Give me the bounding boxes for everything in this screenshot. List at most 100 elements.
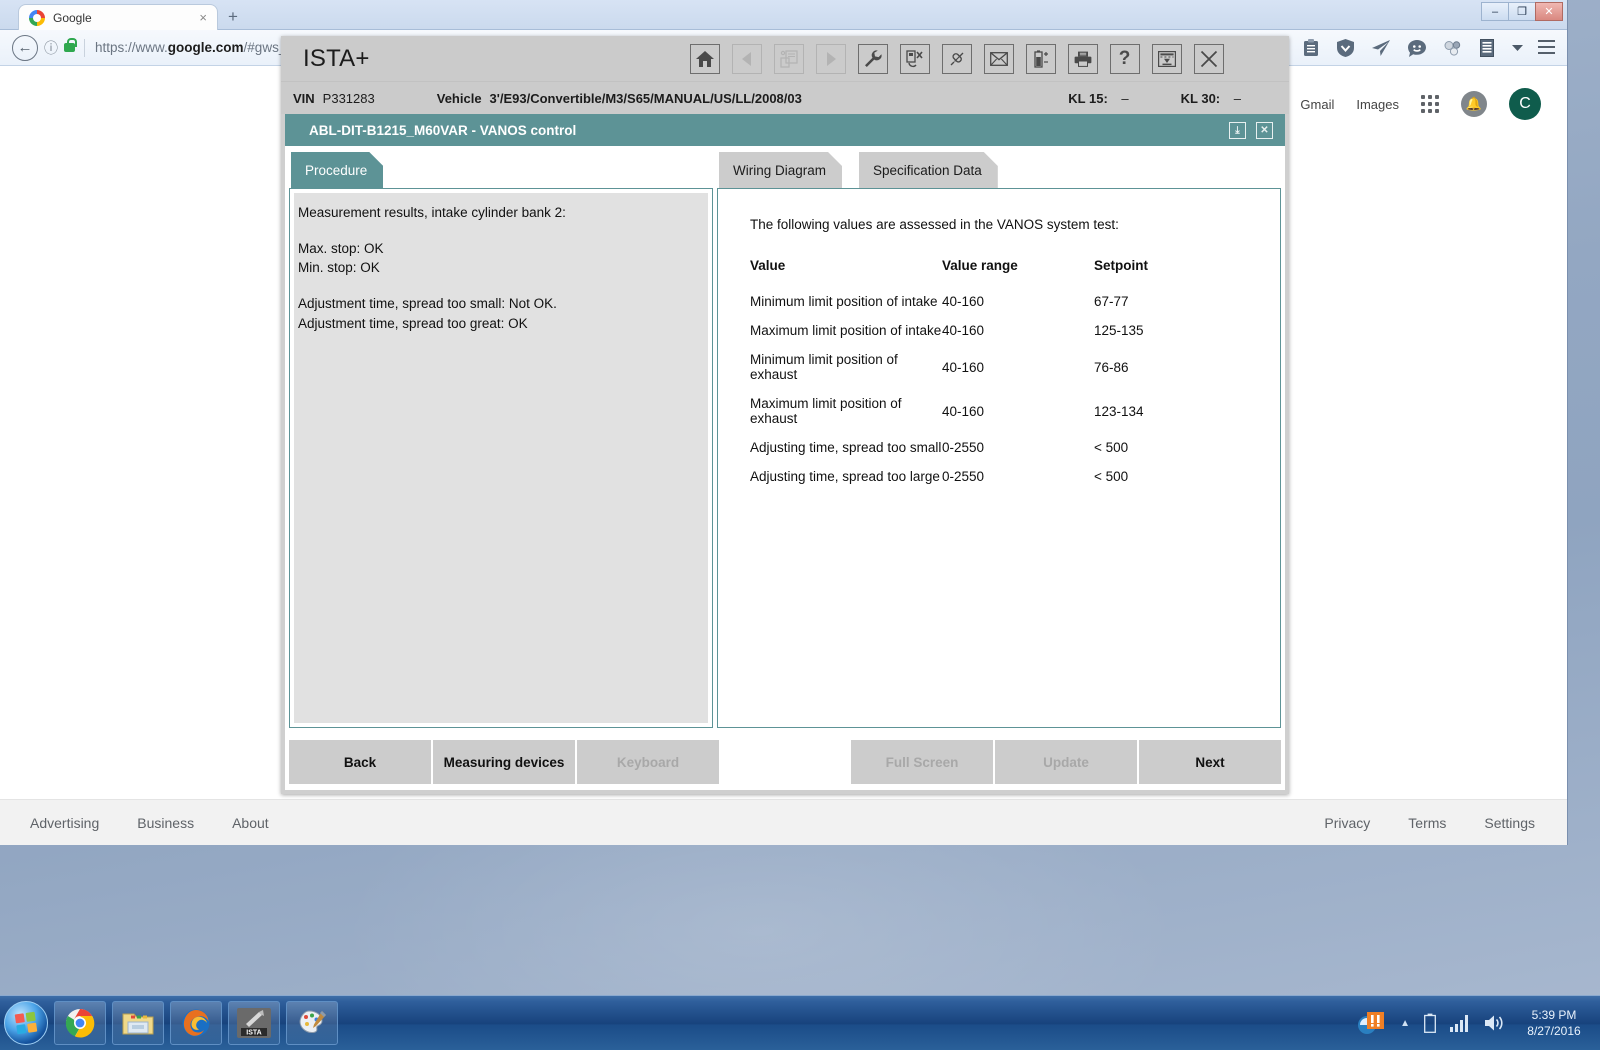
taskbar-chrome[interactable] bbox=[54, 1001, 106, 1045]
cell-setpoint: 76-86 bbox=[1094, 359, 1129, 375]
vin-label: VIN bbox=[293, 90, 315, 106]
ista-panel-header: ABL-DIT-B1215_M60VAR - VANOS control ⤓ ✕ bbox=[285, 114, 1285, 146]
procedure-line-2: Max. stop: OK bbox=[298, 241, 384, 257]
clipboard-icon[interactable] bbox=[1303, 39, 1319, 57]
back-arrow-icon[interactable]: ← bbox=[12, 34, 38, 61]
vehicle-test-icon[interactable] bbox=[899, 43, 930, 74]
images-link[interactable]: Images bbox=[1356, 97, 1399, 112]
forward-arrow-icon bbox=[815, 43, 846, 74]
browser-tab[interactable]: Google × bbox=[18, 4, 218, 30]
cell-setpoint: 125-135 bbox=[1094, 323, 1144, 338]
close-window-icon[interactable] bbox=[1193, 43, 1224, 74]
molecule-icon[interactable] bbox=[1444, 40, 1462, 56]
google-footer: Advertising Business About Privacy Terms… bbox=[0, 799, 1567, 845]
chevron-down-icon[interactable] bbox=[1512, 44, 1523, 52]
tab-procedure[interactable]: Procedure bbox=[291, 152, 383, 188]
cell-value: Maximum limit position of exhaust bbox=[750, 396, 902, 426]
windows-taskbar: ISTA ▲ 5:39 PM 8/27/2016 bbox=[0, 995, 1600, 1050]
close-icon[interactable]: ✕ bbox=[1535, 2, 1563, 21]
smiley-chat-icon[interactable] bbox=[1408, 39, 1426, 57]
ista-button-bar: Back Measuring devices Keyboard Full Scr… bbox=[285, 740, 1285, 784]
panel-minimize-icon[interactable]: ⤓ bbox=[1229, 121, 1246, 139]
minimize-icon[interactable]: – bbox=[1481, 2, 1509, 21]
footer-link-advertising[interactable]: Advertising bbox=[30, 815, 99, 831]
col-header-value-range: Value range bbox=[942, 258, 1018, 273]
svg-text:ISTA: ISTA bbox=[246, 1030, 261, 1037]
footer-link-privacy[interactable]: Privacy bbox=[1324, 815, 1370, 831]
divider bbox=[84, 38, 85, 57]
system-tray: ▲ 5:39 PM 8/27/2016 bbox=[1356, 1007, 1590, 1039]
table-header-row: Value Value range Setpoint bbox=[744, 258, 1254, 287]
cell-value: Minimum limit position of exhaust bbox=[750, 352, 898, 382]
home-icon[interactable] bbox=[689, 43, 720, 74]
action-center-warning-icon[interactable] bbox=[1356, 1010, 1386, 1036]
specification-panel: The following values are assessed in the… bbox=[717, 188, 1281, 728]
back-button[interactable]: Back bbox=[289, 740, 431, 784]
close-icon[interactable]: × bbox=[195, 10, 211, 25]
printer-icon[interactable] bbox=[1067, 43, 1098, 74]
help-icon[interactable]: ? bbox=[1109, 43, 1140, 74]
battery-icon[interactable] bbox=[1424, 1013, 1436, 1033]
gmail-link[interactable]: Gmail bbox=[1300, 97, 1334, 112]
table-row: Minimum limit position of intake 40-160 … bbox=[744, 287, 1254, 316]
footer-link-terms[interactable]: Terms bbox=[1408, 815, 1446, 831]
browser-tab-title: Google bbox=[53, 10, 92, 25]
browser-menu-icon[interactable] bbox=[1538, 40, 1555, 54]
archive-box-icon[interactable] bbox=[1480, 39, 1494, 57]
cell-range: 0-2550 bbox=[942, 469, 985, 484]
wrench-icon[interactable] bbox=[857, 43, 888, 74]
tab-wiring-diagram[interactable]: Wiring Diagram bbox=[719, 152, 842, 188]
update-button: Update bbox=[995, 740, 1137, 784]
tab-specification-data[interactable]: Specification Data bbox=[859, 152, 998, 188]
taskbar-paint[interactable] bbox=[286, 1001, 338, 1045]
minimize-window-icon[interactable] bbox=[1151, 43, 1182, 74]
cell-value: Minimum limit position of intake bbox=[750, 294, 938, 309]
cell-value: Adjusting time, spread too large bbox=[750, 469, 940, 484]
clock[interactable]: 5:39 PM 8/27/2016 bbox=[1518, 1007, 1590, 1039]
next-button[interactable]: Next bbox=[1139, 740, 1281, 784]
cell-range: 0-2550 bbox=[942, 440, 985, 455]
measuring-devices-button[interactable]: Measuring devices bbox=[433, 740, 575, 784]
start-button[interactable] bbox=[4, 1001, 48, 1045]
ista-content-row: Measurement results, intake cylinder ban… bbox=[285, 188, 1285, 728]
documents-icon bbox=[773, 43, 804, 74]
keyboard-button: Keyboard bbox=[577, 740, 719, 784]
taskbar-firefox[interactable] bbox=[170, 1001, 222, 1045]
footer-link-business[interactable]: Business bbox=[137, 815, 194, 831]
kl30-label: KL 30: bbox=[1180, 90, 1221, 106]
network-signal-icon[interactable] bbox=[1450, 1014, 1470, 1032]
shield-down-icon[interactable] bbox=[1337, 39, 1354, 57]
connector-icon[interactable] bbox=[941, 43, 972, 74]
kl15-value: – bbox=[1121, 90, 1129, 106]
ista-vehicle-bar: VIN P331283 Vehicle 3'/E93/Convertible/M… bbox=[281, 82, 1289, 114]
mail-icon[interactable] bbox=[983, 43, 1014, 74]
taskbar-explorer[interactable] bbox=[112, 1001, 164, 1045]
clock-time: 5:39 PM bbox=[1531, 1007, 1577, 1022]
apps-grid-icon[interactable] bbox=[1421, 95, 1439, 113]
info-icon[interactable]: ⓘ bbox=[44, 38, 58, 58]
url-domain: google.com bbox=[167, 40, 244, 55]
footer-link-about[interactable]: About bbox=[232, 815, 269, 831]
vehicle-label: Vehicle bbox=[436, 90, 482, 106]
volume-icon[interactable] bbox=[1484, 1014, 1504, 1032]
ista-logo: ISTA+ bbox=[303, 44, 370, 72]
kl15-label: KL 15: bbox=[1068, 90, 1108, 106]
show-hidden-icons-icon[interactable]: ▲ bbox=[1400, 1018, 1410, 1029]
notifications-bell-icon[interactable]: 🔔 bbox=[1461, 91, 1487, 117]
footer-link-settings[interactable]: Settings bbox=[1484, 815, 1535, 831]
battery-icon[interactable] bbox=[1025, 43, 1056, 74]
maximize-icon[interactable]: ❐ bbox=[1508, 2, 1536, 21]
send-paperplane-icon[interactable] bbox=[1372, 40, 1390, 56]
taskbar-ista[interactable]: ISTA bbox=[228, 1001, 280, 1045]
avatar[interactable]: C bbox=[1509, 88, 1541, 120]
browser-extensions bbox=[1303, 30, 1523, 66]
cell-setpoint: < 500 bbox=[1094, 469, 1129, 484]
panel-close-icon[interactable]: ✕ bbox=[1256, 121, 1273, 139]
cell-range: 40-160 bbox=[942, 323, 985, 338]
table-row: Maximum limit position of intake 40-160 … bbox=[744, 316, 1254, 345]
new-tab-button[interactable]: + bbox=[228, 8, 238, 26]
tab-procedure-label: Procedure bbox=[305, 162, 368, 178]
ista-titlebar: ISTA+ ? bbox=[281, 36, 1289, 82]
cell-range: 40-160 bbox=[942, 359, 985, 375]
ista-application-window: ISTA+ ? VIN P331283 Vehicle 3'/E93/Conve… bbox=[281, 36, 1289, 794]
